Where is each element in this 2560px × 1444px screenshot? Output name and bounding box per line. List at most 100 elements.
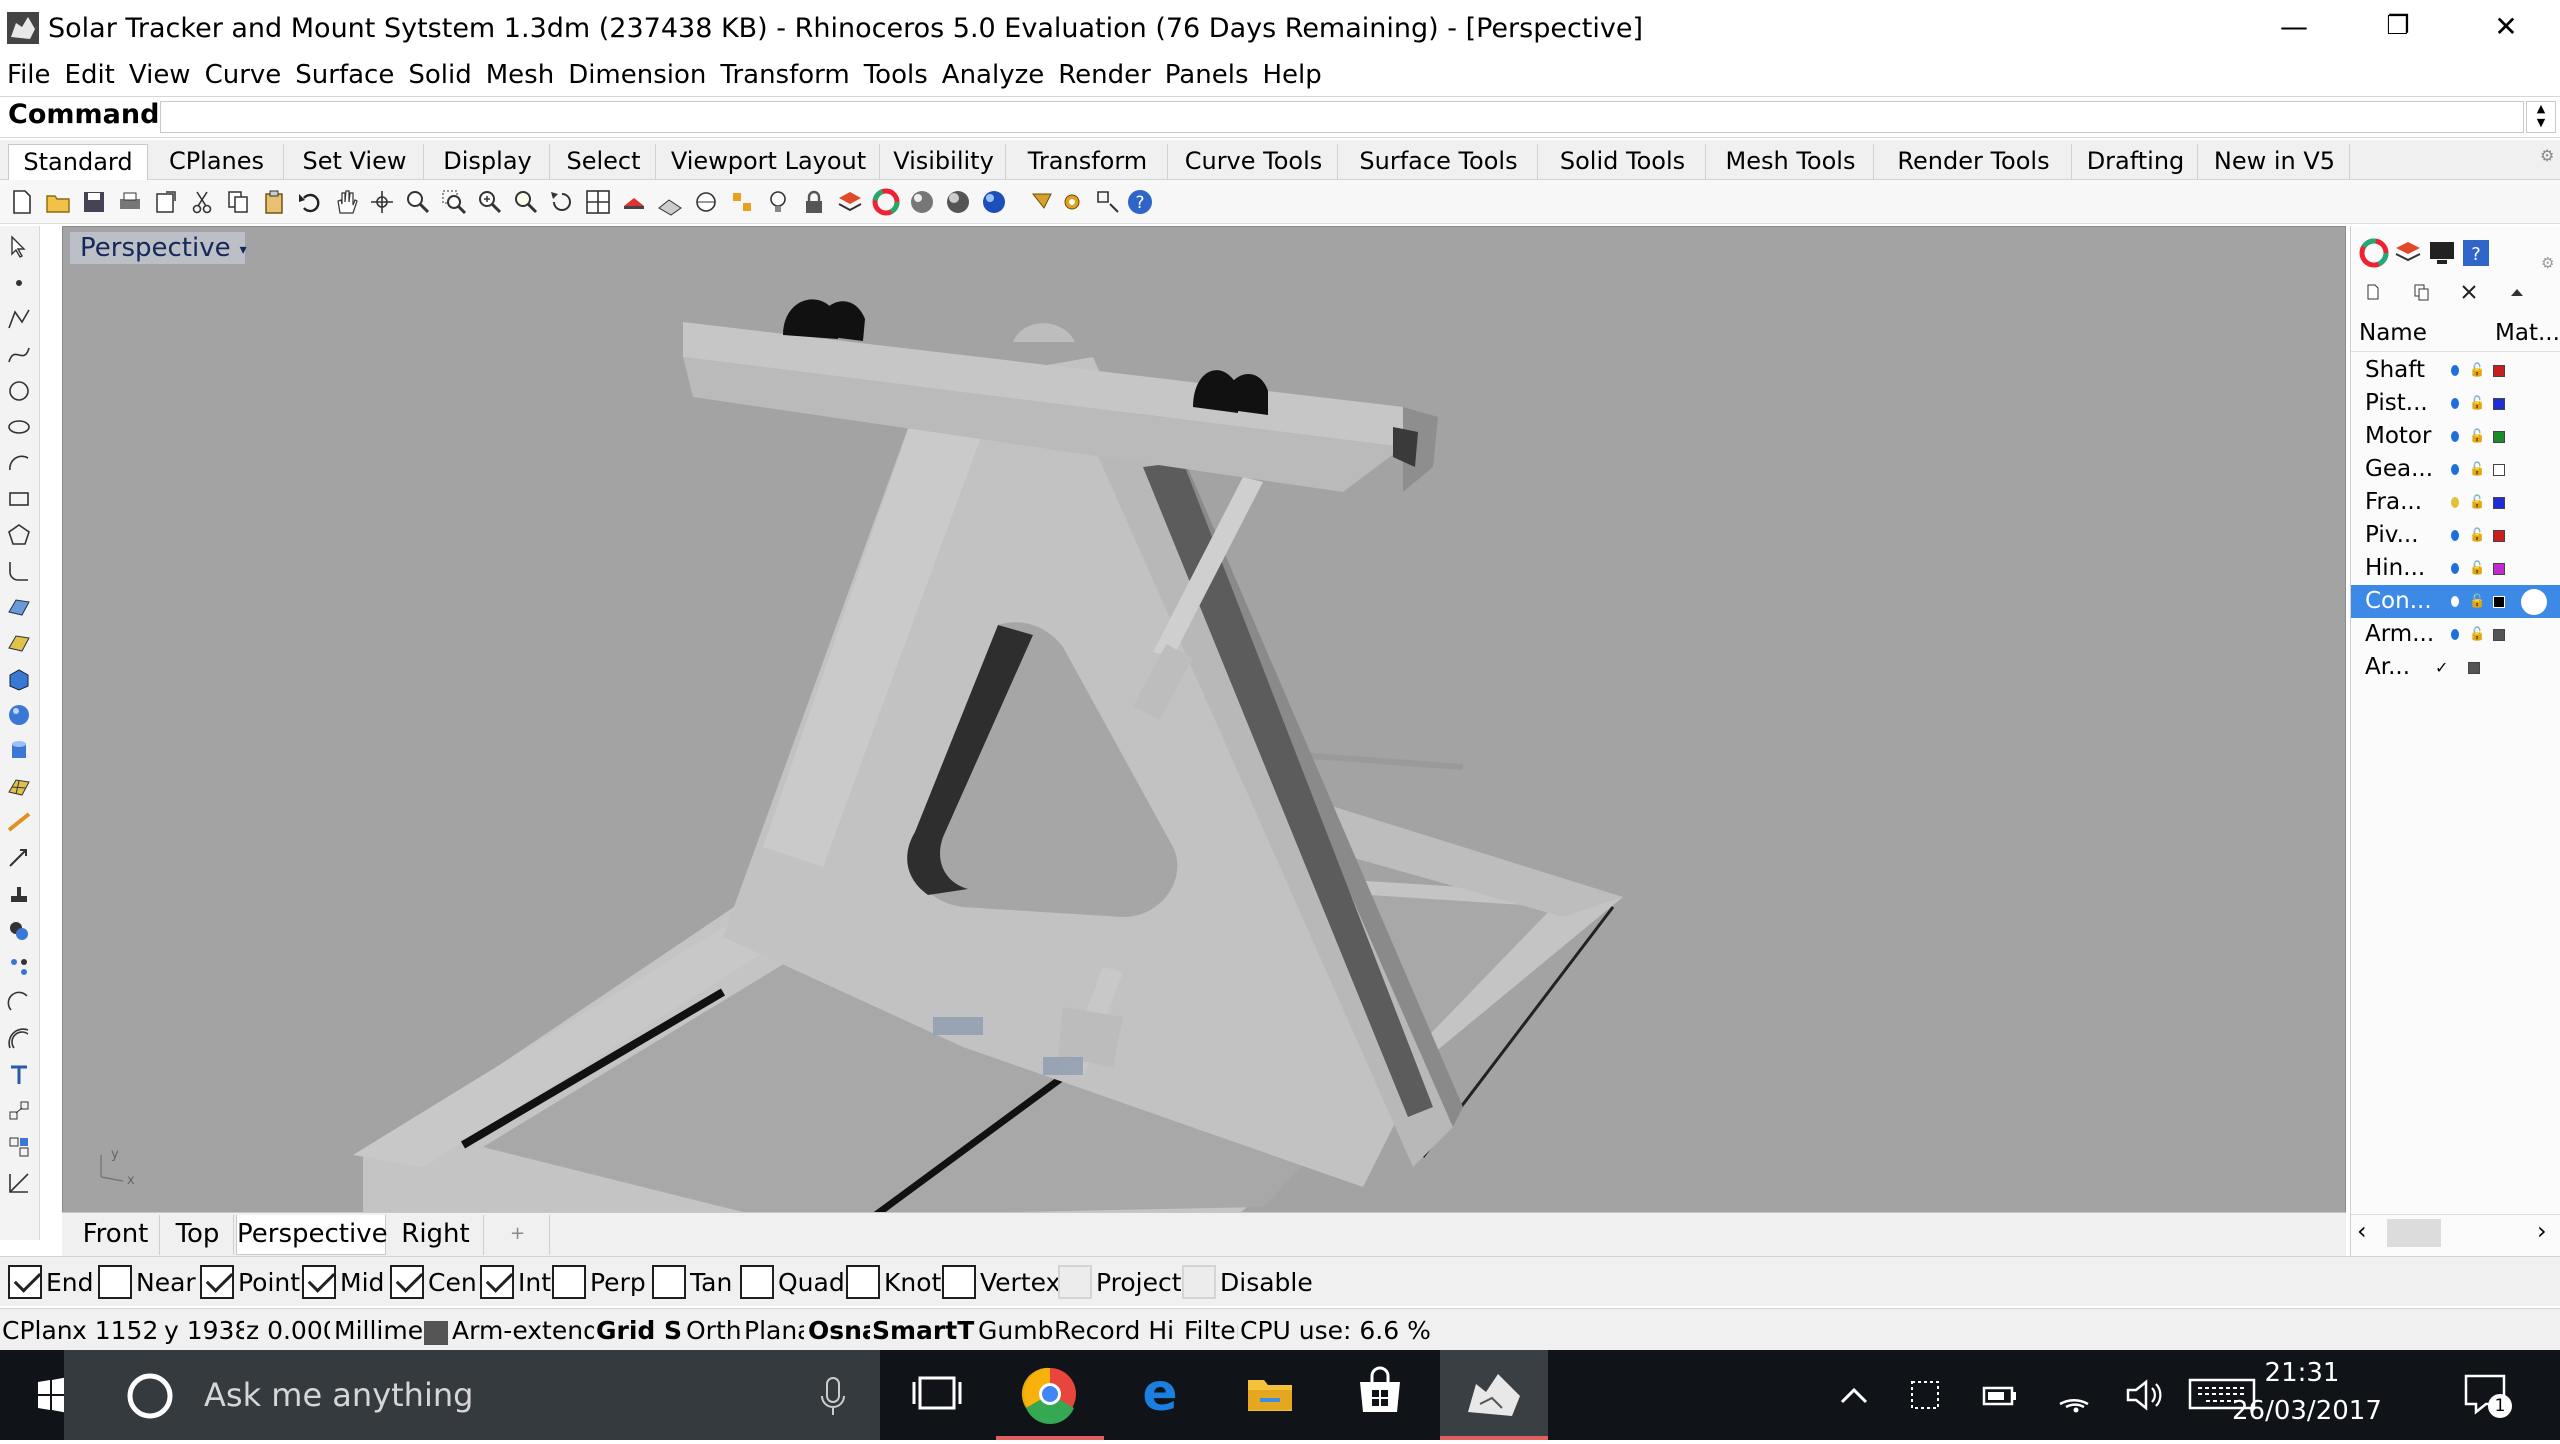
offset-icon[interactable] xyxy=(6,1026,32,1052)
layer-color-swatch[interactable] xyxy=(2493,397,2506,410)
osnap-mid[interactable]: Mid xyxy=(302,1263,384,1301)
taskbar-store[interactable] xyxy=(1326,1350,1434,1440)
surface-patch-icon[interactable] xyxy=(6,630,32,656)
layer-color-swatch[interactable] xyxy=(2493,430,2506,443)
menu-solid[interactable]: Solid xyxy=(401,60,478,90)
taskbar-rhinoceros[interactable] xyxy=(1440,1350,1548,1440)
cylinder-solid-icon[interactable] xyxy=(6,738,32,764)
menu-tools[interactable]: Tools xyxy=(857,60,935,90)
text-icon[interactable] xyxy=(6,1062,32,1088)
menu-curve[interactable]: Curve xyxy=(198,60,289,90)
rendered-sphere-icon[interactable] xyxy=(944,188,972,216)
zoom-selected-icon[interactable] xyxy=(512,188,540,216)
transform-move-icon[interactable] xyxy=(6,846,32,872)
layer-row-current[interactable]: Ar... ✓ xyxy=(2351,651,2560,684)
open-folder-icon[interactable] xyxy=(44,188,72,216)
osnap-disable[interactable]: Disable xyxy=(1182,1263,1313,1301)
lock-icon[interactable] xyxy=(800,188,828,216)
undo-icon[interactable] xyxy=(296,188,324,216)
layer-visible-bulb-icon[interactable] xyxy=(2451,530,2459,541)
rotate-icon[interactable] xyxy=(6,990,32,1016)
maximize-button[interactable]: ❐ xyxy=(2344,0,2452,52)
tab-viewport-layout[interactable]: Viewport Layout xyxy=(658,144,880,180)
viewport-tab-perspective[interactable]: Perspective xyxy=(236,1215,388,1255)
delete-layer-icon[interactable] xyxy=(2459,282,2479,302)
command-history-scroll[interactable]: ▲ ▼ xyxy=(2526,101,2556,133)
settings-gears-icon[interactable] xyxy=(1060,188,1088,216)
osnap-disable-checkbox[interactable] xyxy=(1182,1265,1216,1299)
rotate-view-icon[interactable] xyxy=(368,188,396,216)
toolbar-settings-icon[interactable]: ⚙ xyxy=(2540,146,2554,165)
layer-row[interactable]: Motor 🔓 xyxy=(2351,420,2560,453)
layer-color-swatch[interactable] xyxy=(2493,529,2506,542)
join-icon[interactable] xyxy=(6,954,32,980)
close-button[interactable]: ✕ xyxy=(2452,0,2560,52)
layer-lock-icon[interactable]: 🔓 xyxy=(2469,486,2485,519)
osnap-mid-checkbox[interactable] xyxy=(302,1265,336,1299)
export-icon[interactable] xyxy=(152,188,180,216)
osnap-near-checkbox[interactable] xyxy=(98,1265,132,1299)
layer-row[interactable]: Fra... 🔓 xyxy=(2351,486,2560,519)
toolbar-layout-icon[interactable] xyxy=(1094,188,1122,216)
menu-file[interactable]: File xyxy=(0,60,58,90)
layer-icon[interactable] xyxy=(836,188,864,216)
layer-visible-bulb-icon[interactable] xyxy=(2451,563,2459,574)
layer-lock-icon[interactable]: 🔓 xyxy=(2469,618,2485,651)
action-center-button[interactable]: 1 xyxy=(2462,1370,2512,1420)
minimize-button[interactable]: — xyxy=(2240,0,2348,52)
layers-horizontal-scrollbar[interactable]: ‹ › xyxy=(2351,1214,2560,1250)
color-wheel-icon[interactable] xyxy=(872,188,900,216)
scroll-right-icon[interactable]: › xyxy=(2537,1217,2547,1245)
osnap-knot-checkbox[interactable] xyxy=(846,1265,880,1299)
display-panel-icon[interactable] xyxy=(2427,238,2457,268)
layer-row[interactable]: Hin... 🔓 xyxy=(2351,552,2560,585)
viewport-title-menu[interactable]: Perspective ▾ xyxy=(69,231,247,266)
tab-set-view[interactable]: Set View xyxy=(286,144,424,180)
grid-snap-icon[interactable] xyxy=(692,188,720,216)
current-layer-check-icon[interactable]: ✓ xyxy=(2435,651,2448,684)
command-input[interactable] xyxy=(160,101,2524,133)
menu-analyze[interactable]: Analyze xyxy=(935,60,1051,90)
cut-icon[interactable] xyxy=(188,188,216,216)
chevron-down-icon[interactable]: ▾ xyxy=(240,234,247,266)
osnap-tan[interactable]: Tan xyxy=(652,1263,732,1301)
layer-row[interactable]: Arm... 🔓 xyxy=(2351,618,2560,651)
osnap-quad-checkbox[interactable] xyxy=(740,1265,774,1299)
tray-app-icon[interactable] xyxy=(1906,1374,1946,1414)
layer-material-swatch[interactable] xyxy=(2521,588,2548,615)
volume-icon[interactable] xyxy=(2122,1374,2166,1414)
layer-row[interactable]: Pist... 🔓 xyxy=(2351,387,2560,420)
print-icon[interactable] xyxy=(116,188,144,216)
osnap-cen-checkbox[interactable] xyxy=(390,1265,424,1299)
add-viewport-tab-icon[interactable]: + xyxy=(486,1215,550,1255)
cplane-origin-icon[interactable] xyxy=(656,188,684,216)
set-cplane-icon[interactable] xyxy=(620,188,648,216)
osnap-vertex-checkbox[interactable] xyxy=(942,1265,976,1299)
object-snap-icon[interactable] xyxy=(728,188,756,216)
layer-row[interactable]: Shaft 🔓 xyxy=(2351,354,2560,387)
system-clock[interactable]: 21:31 26/03/2017 xyxy=(2232,1354,2382,1430)
show-hidden-icons-chevron-icon[interactable] xyxy=(1836,1378,1872,1414)
layer-row[interactable]: Gea... 🔓 xyxy=(2351,453,2560,486)
status-filter[interactable]: Filter xyxy=(1184,1315,1238,1347)
osnap-near[interactable]: Near xyxy=(98,1263,196,1301)
help-panel-icon[interactable]: ? xyxy=(2461,238,2491,268)
arc-icon[interactable] xyxy=(6,450,32,476)
layer-color-swatch[interactable] xyxy=(2493,364,2506,377)
osnap-perp[interactable]: Perp xyxy=(552,1263,646,1301)
tab-select[interactable]: Select xyxy=(552,144,656,180)
osnap-quad[interactable]: Quad xyxy=(740,1263,845,1301)
layer-visible-bulb-icon[interactable] xyxy=(2451,629,2459,640)
layer-lock-icon[interactable]: 🔓 xyxy=(2469,519,2485,552)
osnap-end[interactable]: End xyxy=(8,1263,94,1301)
microphone-icon[interactable] xyxy=(818,1374,848,1418)
battery-icon[interactable] xyxy=(1978,1376,2022,1416)
polyline-icon[interactable] xyxy=(6,306,32,332)
point-icon[interactable] xyxy=(6,270,32,296)
osnap-point-checkbox[interactable] xyxy=(200,1265,234,1299)
sphere-solid-icon[interactable] xyxy=(6,702,32,728)
status-grid-snap[interactable]: Grid S xyxy=(596,1315,682,1347)
osnap-int[interactable]: Int xyxy=(480,1263,551,1301)
analyze-icon[interactable] xyxy=(6,1170,32,1196)
ellipse-icon[interactable] xyxy=(6,414,32,440)
